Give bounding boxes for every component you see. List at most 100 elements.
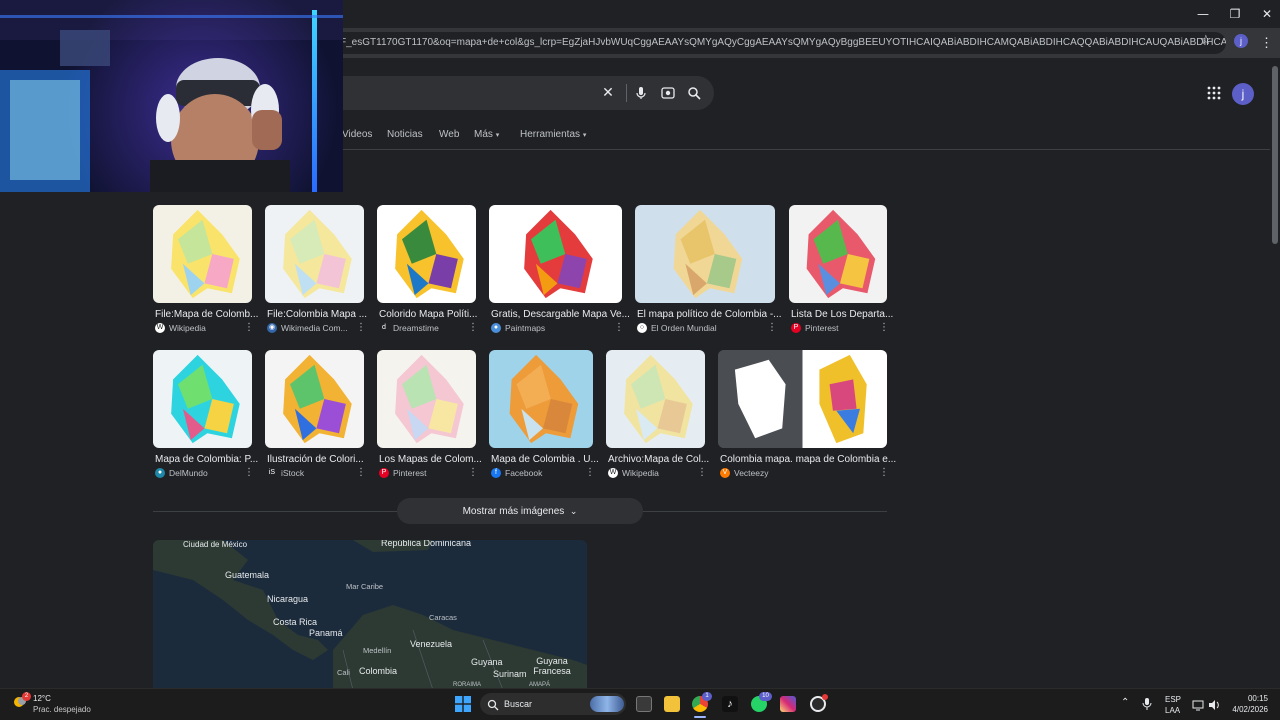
image-result-source[interactable]: iStock (281, 468, 368, 478)
map-thumbnail[interactable] (377, 350, 476, 448)
tab-web[interactable]: Web (439, 129, 459, 140)
more-options-icon[interactable]: ⋮ (468, 322, 478, 333)
more-options-icon[interactable]: ⋮ (879, 467, 889, 478)
image-result-card[interactable]: Gratis, Descargable Mapa Ve... ● Paintmaps… (489, 205, 630, 337)
image-result-title[interactable]: Archivo:Mapa de Col... (608, 454, 721, 465)
google-apps-icon[interactable] (1206, 85, 1222, 101)
image-result-source[interactable]: Paintmaps (505, 323, 626, 333)
map-thumbnail[interactable] (489, 205, 622, 303)
language-indicator[interactable]: ESP (1165, 695, 1181, 704)
clear-search-icon[interactable]: ✕ (600, 85, 616, 101)
minimize-button[interactable]: — (1186, 4, 1220, 24)
image-result-card[interactable]: File:Colombia Mapa ... ◉ Wikimedia Com... ⋮ (265, 205, 367, 337)
image-result-source[interactable]: Wikimedia Com... (281, 323, 368, 333)
image-result-title[interactable]: Ilustración de Colori... (267, 454, 380, 465)
image-result-card[interactable]: Mapa de Colombia: P... ● DelMundo ⋮ (153, 350, 258, 482)
restore-button[interactable]: ❐ (1218, 4, 1252, 24)
more-options-icon[interactable]: ⋮ (468, 467, 478, 478)
search-input[interactable] (300, 76, 714, 110)
image-result-title[interactable]: File:Colombia Mapa ... (267, 309, 380, 320)
image-result-title[interactable]: El mapa político de Colombia -... (637, 309, 791, 320)
image-result-source[interactable]: El Orden Mundial (651, 323, 779, 333)
image-result-card[interactable]: File:Mapa de Colomb... W Wikipedia ⋮ (153, 205, 258, 337)
lens-icon[interactable] (660, 85, 676, 101)
image-result-source[interactable]: Dreamstime (393, 323, 480, 333)
image-result-source[interactable]: Vecteezy (734, 468, 891, 478)
image-result-title[interactable]: Los Mapas de Colom... (379, 454, 492, 465)
image-result-title[interactable]: Gratis, Descargable Mapa Ve... (491, 309, 638, 320)
task-view-icon[interactable] (636, 696, 652, 712)
tab-videos[interactable]: Videos (342, 129, 372, 140)
show-more-images-button[interactable]: Mostrar más imágenes ⌄ (397, 498, 643, 524)
map-thumbnail[interactable] (635, 205, 775, 303)
image-result-card[interactable]: El mapa político de Colombia -... ○ El Ord… (635, 205, 782, 337)
image-result-card[interactable]: Lista De Los Departa... P Pinterest ⋮ (789, 205, 893, 337)
image-result-source[interactable]: Wikipedia (169, 323, 256, 333)
network-icon[interactable] (1192, 698, 1204, 711)
image-result-card[interactable]: Colombia mapa. mapa de Colombia e... V Vec… (718, 350, 896, 482)
map-thumbnail[interactable] (265, 350, 364, 448)
map-thumbnail[interactable] (153, 350, 252, 448)
search-icon[interactable] (686, 85, 702, 101)
image-result-title[interactable]: Mapa de Colombia: P... (155, 454, 268, 465)
clock-date[interactable]: 4/02/2026 (1226, 705, 1268, 714)
recording-dot (822, 694, 828, 700)
file-explorer-icon[interactable] (664, 696, 680, 712)
windows-start-icon[interactable] (455, 696, 471, 712)
mic-icon[interactable] (1142, 697, 1152, 711)
bookmark-star-icon[interactable]: ☆ (1200, 33, 1212, 48)
image-result-card[interactable]: Archivo:Mapa de Col... W Wikipedia ⋮ (606, 350, 709, 482)
map-thumbnail[interactable] (153, 205, 252, 303)
map-thumbnail[interactable] (489, 350, 593, 448)
more-options-icon[interactable]: ⋮ (614, 322, 624, 333)
browser-menu-icon[interactable]: ⋮ (1260, 32, 1273, 54)
more-options-icon[interactable]: ⋮ (356, 322, 366, 333)
map-thumbnail[interactable] (377, 205, 476, 303)
tiktok-icon[interactable]: ♪ (722, 696, 738, 712)
image-result-title[interactable]: Colorido Mapa Políti... (379, 309, 492, 320)
image-result-source[interactable]: DelMundo (169, 468, 256, 478)
image-result-title[interactable]: Lista De Los Departa... (791, 309, 903, 320)
map-thumbnail[interactable] (789, 205, 887, 303)
more-options-icon[interactable]: ⋮ (356, 467, 366, 478)
map-thumbnail[interactable] (606, 350, 705, 448)
image-result-source[interactable]: Facebook (505, 468, 597, 478)
clock-time[interactable]: 00:15 (1240, 694, 1268, 703)
image-result-card[interactable]: Los Mapas de Colom... P Pinterest ⋮ (377, 350, 482, 482)
account-avatar[interactable]: j (1232, 83, 1254, 105)
chevron-up-icon[interactable]: ⌃ (1121, 697, 1129, 708)
image-result-title[interactable]: Mapa de Colombia . U... (491, 454, 609, 465)
close-window-button[interactable]: ✕ (1250, 4, 1280, 24)
language-layout[interactable]: LAA (1165, 706, 1180, 715)
browser-profile-avatar[interactable]: j (1234, 34, 1248, 48)
tab-mas[interactable]: Más ▾ (474, 129, 499, 140)
more-options-icon[interactable]: ⋮ (585, 467, 595, 478)
image-result-card[interactable]: Ilustración de Colori... iS iStock ⋮ (265, 350, 366, 482)
tab-noticias[interactable]: Noticias (387, 129, 423, 140)
weather-temp[interactable]: 12°C (33, 694, 51, 703)
more-options-icon[interactable]: ⋮ (767, 322, 777, 333)
address-bar[interactable]: F_esGT1170GT1170&oq=mapa+de+col&gs_lcrp=… (330, 32, 1226, 54)
image-result-card[interactable]: Mapa de Colombia . U... f Facebook ⋮ (489, 350, 599, 482)
map-thumbnail[interactable] (718, 350, 887, 448)
source-favicon-icon: ● (491, 323, 501, 333)
image-result-title[interactable]: File:Mapa de Colomb... (155, 309, 268, 320)
more-options-icon[interactable]: ⋮ (244, 322, 254, 333)
image-result-card[interactable]: Colorido Mapa Políti... d Dreamstime ⋮ (377, 205, 478, 337)
instagram-icon[interactable] (780, 696, 796, 712)
image-result-title[interactable]: Colombia mapa. mapa de Colombia e... (720, 454, 903, 465)
weather-desc[interactable]: Prac. despejado (33, 705, 91, 714)
tab-herramientas[interactable]: Herramientas ▾ (520, 129, 586, 140)
map-label: Guatemala (225, 570, 270, 580)
volume-icon[interactable] (1208, 698, 1220, 710)
map-preview[interactable]: Ciudad de México República Dominicana Gu… (153, 540, 587, 690)
more-options-icon[interactable]: ⋮ (244, 467, 254, 478)
map-thumbnail[interactable] (265, 205, 364, 303)
show-more-label: Mostrar más imágenes (462, 506, 565, 517)
image-result-source[interactable]: Wikipedia (622, 468, 709, 478)
mic-icon[interactable] (633, 85, 649, 101)
scrollbar-thumb[interactable] (1272, 66, 1278, 244)
more-options-icon[interactable]: ⋮ (879, 322, 889, 333)
more-options-icon[interactable]: ⋮ (697, 467, 707, 478)
image-result-source[interactable]: Pinterest (393, 468, 480, 478)
